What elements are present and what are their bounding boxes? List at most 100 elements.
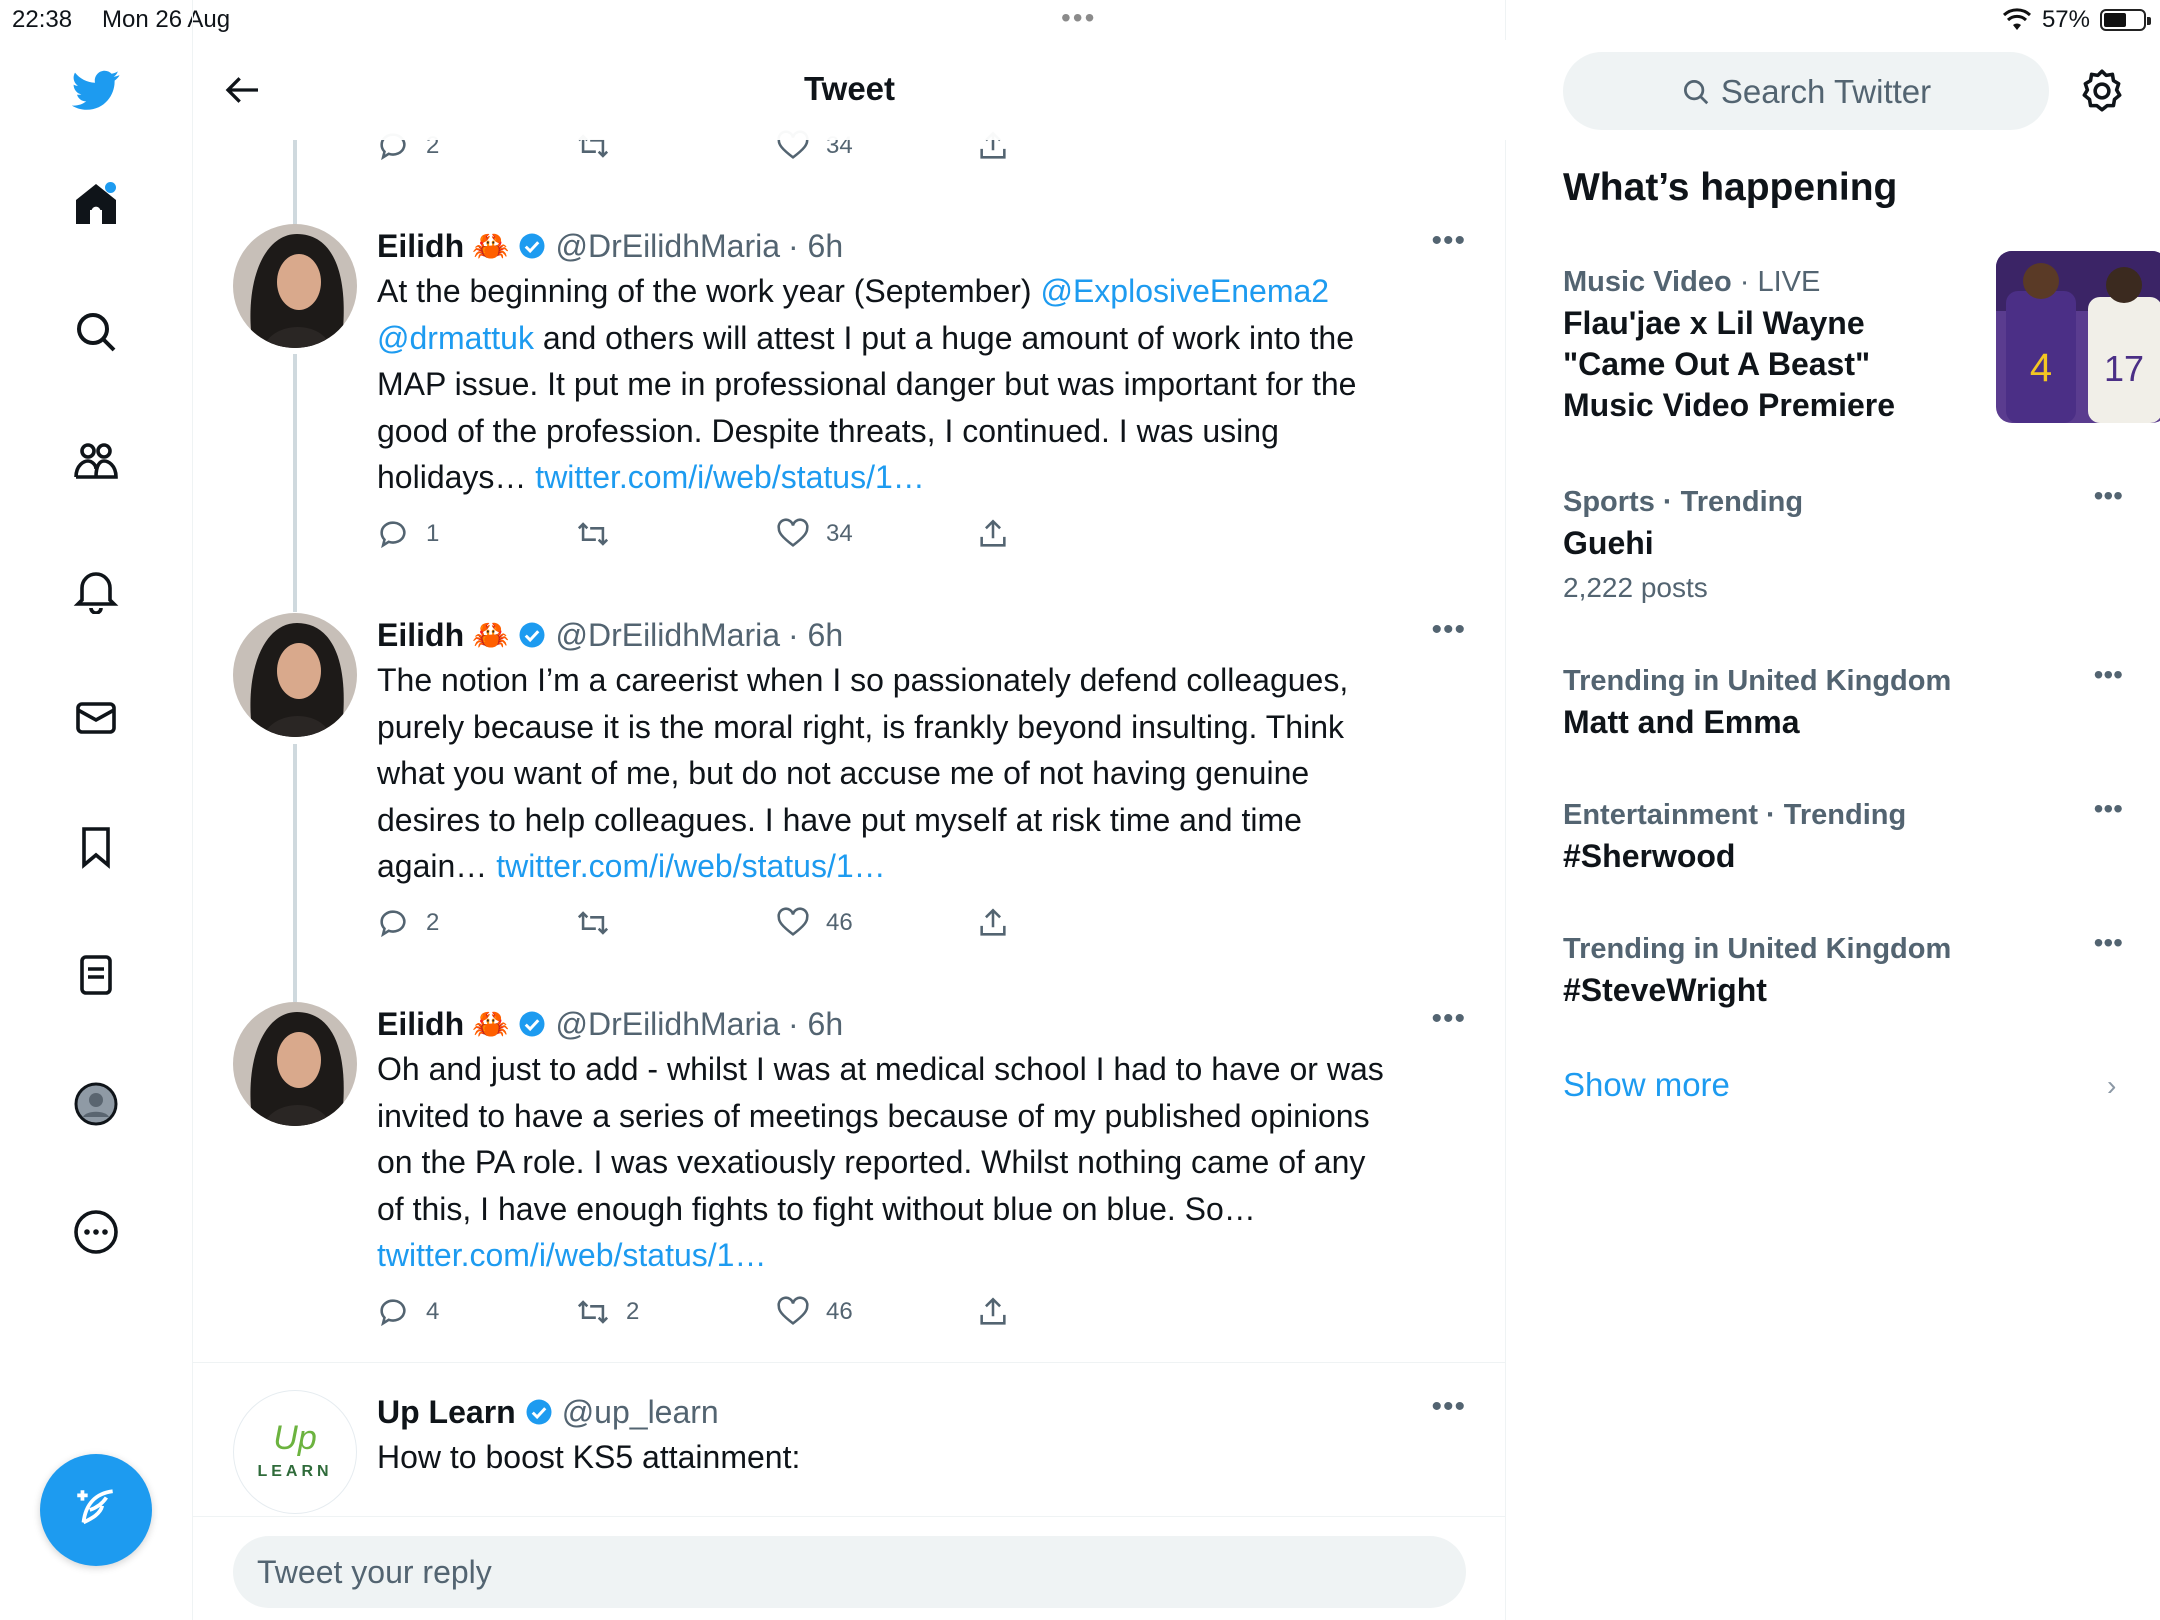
tweet-text: Oh and just to add - whilst I was at med… [377,1046,1457,1279]
share-button[interactable] [976,514,1010,554]
more-dots-icon[interactable]: ••• [1431,224,1466,258]
share-icon [980,908,1006,936]
more-dots-icon[interactable]: ••• [2094,793,2123,825]
search-icon[interactable] [66,302,126,362]
reply-count: 2 [426,909,440,936]
crab-emoji: 🦀 [472,229,510,263]
tweet-actions: 4 2 46 [376,1292,1056,1332]
author-name[interactable]: Eilidh [377,228,464,265]
lists-icon[interactable] [66,945,126,1005]
trend-thumbnail: 4 17 [1996,251,2160,423]
retweet-icon [577,522,609,546]
tweet-time: · 6h [788,227,844,264]
trend-item[interactable]: Trending in United Kingdom Matt and Emma… [1563,659,2123,743]
retweet-button[interactable]: 2 [576,1292,639,1332]
more-dots-icon[interactable]: ••• [1431,1002,1466,1036]
trend-item[interactable]: Trending in United Kingdom #SteveWright … [1563,927,2123,1011]
page-title: Tweet [803,70,896,107]
communities-icon[interactable] [66,431,126,491]
author-handle[interactable]: @DrEilidhMaria [555,617,780,654]
trend-item[interactable]: Sports · Trending Guehi 2,222 posts ••• [1563,480,2123,604]
settings-icon [2082,69,2122,112]
retweet-button[interactable] [576,903,626,943]
like-icon [777,907,809,936]
text-line: again… [377,848,497,884]
trend-item[interactable]: Music Video · LIVE Flau'jae x Lil Wayne … [1563,251,2160,426]
more-dots-icon[interactable]: ••• [1431,1390,1466,1424]
text-line: on the PA role. I was vexatiously report… [377,1144,1366,1180]
status-link[interactable]: twitter.com/i/web/status/1… [496,848,885,884]
tweet-header: Eilidh 🦀 @DrEilidhMaria · 6h [377,224,843,268]
tweet-time: · 6h [788,1005,844,1042]
search-icon [1683,80,1709,105]
messages-icon[interactable] [66,688,126,748]
settings-button[interactable] [2077,66,2127,116]
tweet-thread-column: Tweet 2 34 Eilidh 🦀 @DrEilidhMaria · 6h … [193,0,1506,1620]
text-line: purely because it is the moral right, is… [377,708,1344,745]
tweet-header: Up Learn @up_learn [377,1390,719,1434]
crab-emoji: 🦀 [472,618,510,652]
share-button[interactable] [976,903,1010,943]
retweet-icon [577,1300,609,1324]
more-dots-icon[interactable]: ••• [2094,927,2123,959]
like-icon [777,1296,809,1325]
author-name[interactable]: Up Learn [377,1394,516,1431]
tweet-text: At the beginning of the work year (Septe… [377,268,1457,501]
home-notification-dot [105,182,116,193]
compose-tweet-button[interactable] [40,1454,152,1566]
like-button[interactable]: 34 [776,514,853,554]
thread-connector [293,354,297,612]
author-handle[interactable]: @DrEilidhMaria [555,228,780,265]
reply-placeholder: Tweet your reply [257,1554,492,1590]
author-handle[interactable]: @up_learn [562,1394,719,1431]
text-line: holidays… [377,459,536,495]
like-button[interactable]: 46 [776,1292,853,1332]
svg-text:17: 17 [2104,348,2144,389]
reply-input[interactable]: Tweet your reply [233,1536,1466,1608]
avatar[interactable] [233,1002,357,1126]
tweet-text: The notion I’m a careerist when I so pas… [377,657,1457,890]
author-name[interactable]: Eilidh [377,617,464,654]
search-placeholder: Search Twitter [1720,73,1932,110]
mention-link[interactable]: @ExplosiveEnema2 [1040,273,1329,309]
reply-button[interactable]: 1 [376,514,439,554]
retweet-button[interactable] [576,514,626,554]
text-line: The notion I’m a careerist when I so pas… [377,662,1349,698]
author-handle[interactable]: @DrEilidhMaria [555,1006,780,1043]
trend-category: Trending in United Kingdom [1563,933,1952,965]
tweet-header: Eilidh 🦀 @DrEilidhMaria · 6h [377,1002,843,1046]
share-button[interactable] [976,1292,1010,1332]
more-dots-icon[interactable]: ••• [1431,613,1466,647]
trend-item[interactable]: Entertainment · Trending #Sherwood ••• [1563,793,2123,877]
more-dots-icon[interactable]: ••• [2094,659,2123,691]
mention-link[interactable]: @drmattuk [377,320,534,356]
bookmarks-icon[interactable] [66,817,126,877]
more-dots-icon[interactable]: ••• [2094,480,2123,512]
home-icon[interactable] [66,174,126,234]
more-icon[interactable] [66,1202,126,1262]
reply-button[interactable]: 4 [376,1292,439,1332]
profile-icon[interactable] [66,1074,126,1134]
trend-title: Matt and Emma [1563,704,1800,740]
status-link[interactable]: twitter.com/i/web/status/1… [535,459,924,495]
trend-title: Flau'jae x Lil Wayne "Came Out A Beast" … [1563,305,1895,423]
avatar[interactable] [233,613,357,737]
status-link[interactable]: twitter.com/i/web/status/1… [377,1237,766,1273]
author-name[interactable]: Eilidh [377,1006,464,1043]
search-input[interactable]: Search Twitter [1563,52,2049,130]
like-button[interactable]: 46 [776,903,853,943]
show-more-link[interactable]: Show more [1563,1066,1730,1104]
trend-title: #SteveWright [1563,972,1767,1008]
reply-count: 4 [426,1298,440,1325]
thread-header: Tweet [193,40,1506,140]
chevron-right-icon[interactable]: › [2107,1070,2116,1102]
notifications-icon[interactable] [66,560,126,620]
reply-button[interactable]: 2 [376,903,439,943]
avatar[interactable] [233,224,357,348]
divider [193,1362,1506,1363]
trend-post-count: 2,222 posts [1563,572,1708,603]
trend-category: Sports · Trending [1563,486,1804,518]
left-navigation [0,0,193,1620]
up-learn-logo[interactable]: Up LEARN [233,1390,357,1514]
twitter-logo-icon[interactable] [66,60,126,120]
